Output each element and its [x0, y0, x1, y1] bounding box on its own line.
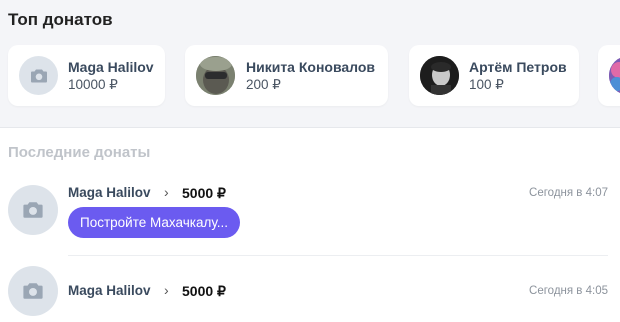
- avatar: [8, 185, 58, 235]
- avatar: [196, 56, 235, 95]
- top-donor-card[interactable]: Maga Halilov 10000 ₽: [8, 45, 165, 106]
- avatar-photo: [196, 56, 235, 95]
- avatar: [609, 56, 620, 95]
- donation-time: Сегодня в 4:07: [529, 187, 608, 199]
- chevron-right-icon: ›: [164, 184, 169, 200]
- top-donations-section: Топ донатов Maga Halilov 10000 ₽ Никита …: [0, 0, 620, 128]
- donor-name: Артём Петров: [469, 59, 567, 75]
- donor-amount: 10000 ₽: [68, 77, 118, 92]
- donation-time: Сегодня в 4:05: [529, 285, 608, 297]
- donation-item: Maga Halilov › 5000 ₽ Сегодня в 4:05: [0, 266, 620, 322]
- chevron-right-icon: ›: [164, 282, 169, 298]
- avatar: [8, 266, 58, 316]
- donation-item: Maga Halilov › 5000 ₽ Сегодня в 4:07 Пос…: [0, 183, 620, 255]
- top-donations-list: Maga Halilov 10000 ₽ Никита Коновалов 20…: [0, 45, 620, 107]
- top-donations-title: Топ донатов: [8, 10, 113, 29]
- camera-icon: [23, 202, 43, 218]
- donation-message-bubble[interactable]: Постройте Махачкалу...: [68, 207, 240, 238]
- donor-name-link[interactable]: Maga Halilov: [68, 283, 151, 298]
- donation-amount: 5000 ₽: [182, 185, 226, 201]
- top-donor-card[interactable]: Никита Коновалов 200 ₽: [185, 45, 388, 106]
- donor-name: Maga Halilov: [68, 59, 154, 75]
- donor-name: Никита Коновалов: [246, 59, 376, 75]
- camera-icon: [23, 283, 43, 299]
- donation-amount: 5000 ₽: [182, 283, 226, 299]
- camera-icon: [30, 69, 47, 82]
- avatar-photo: [420, 56, 459, 95]
- donor-name-link[interactable]: Maga Halilov: [68, 185, 151, 200]
- top-donor-card[interactable]: Артём Петров 100 ₽: [409, 45, 579, 106]
- avatar-photo: [609, 56, 620, 95]
- avatar: [420, 56, 459, 95]
- recent-donations-title: Последние донаты: [8, 144, 151, 161]
- divider: [68, 255, 608, 256]
- donor-amount: 200 ₽: [246, 77, 281, 92]
- donor-amount: 100 ₽: [469, 77, 504, 92]
- avatar: [19, 56, 58, 95]
- top-donor-card-partial[interactable]: [598, 45, 620, 106]
